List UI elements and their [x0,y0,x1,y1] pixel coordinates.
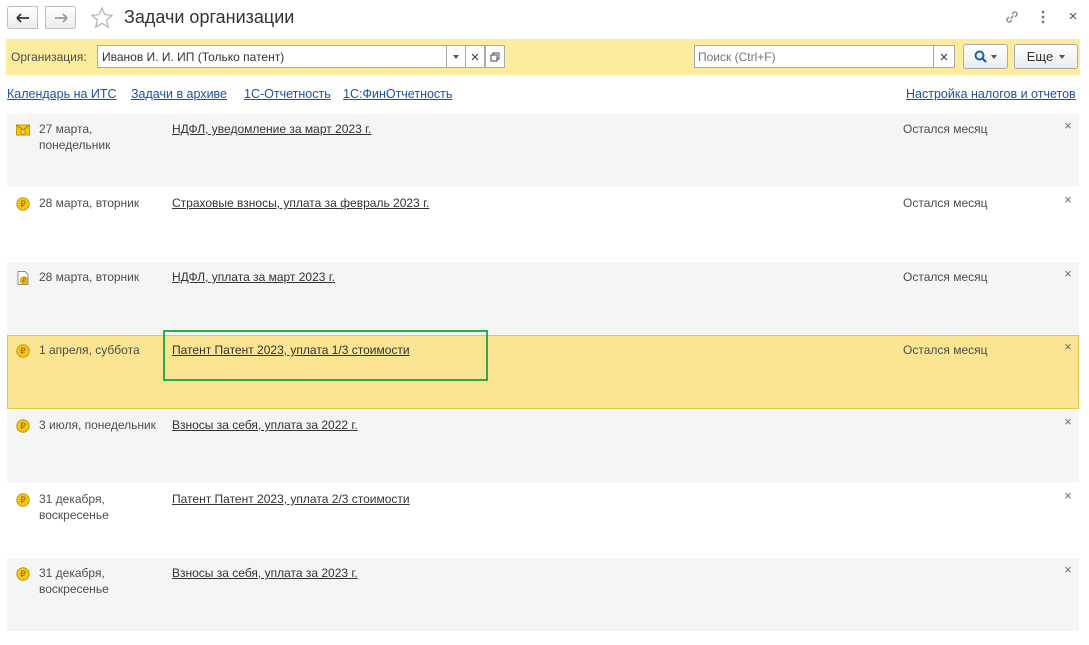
forward-button[interactable] [45,6,76,29]
task-title-link[interactable]: Патент Патент 2023, уплата 2/3 стоимости [172,491,410,507]
svg-text:₽: ₽ [20,422,26,432]
archive-tasks-link[interactable]: Задачи в архиве [131,87,227,101]
task-row[interactable]: ₽ 28 марта, вторник НДФЛ, уплата за март… [7,261,1079,335]
search-input[interactable] [694,45,934,68]
task-row[interactable]: ₽ 31 декабря, воскресенье Взносы за себя… [7,557,1079,631]
task-status: Остался месяц [903,343,988,357]
arrow-right-icon [54,12,68,23]
fin-reporting-link[interactable]: 1С:ФинОтчетность [343,87,452,101]
link-icon[interactable] [1003,8,1021,26]
task-close-button[interactable]: × [1062,119,1074,132]
svg-text:₽: ₽ [22,278,26,285]
task-date: 1 апреля, суббота [39,343,140,357]
svg-text:₽: ₽ [20,347,26,357]
organization-field[interactable]: Иванов И. И. ИП (Только патент) [97,45,447,68]
coin-icon: ₽ [16,567,30,581]
coin-icon: ₽ [16,197,30,211]
task-date: 27 марта, понедельник [39,122,111,152]
task-date: 28 марта, вторник [39,196,140,210]
task-row[interactable]: ₽ 28 марта, вторник Страховые взносы, уп… [7,187,1079,261]
clear-icon [471,53,479,60]
chevron-down-icon [991,54,997,59]
task-status: Остался месяц [903,196,988,210]
task-title-link[interactable]: Взносы за себя, уплата за 2022 г. [172,417,358,433]
more-label: Еще [1026,49,1054,64]
document-coin-icon: ₽ [17,271,29,285]
task-close-button[interactable]: × [1062,267,1074,280]
task-row[interactable]: ₽ 3 июля, понедельник Взносы за себя, уп… [7,409,1079,483]
task-close-button[interactable]: × [1062,489,1074,502]
clear-icon [940,53,948,60]
organization-label: Организация: [11,50,87,64]
organization-dropdown-button[interactable] [446,45,466,68]
task-date: 28 марта, вторник [39,270,140,284]
more-vertical-icon[interactable] [1035,8,1051,26]
task-row[interactable]: 27 марта, понедельник НДФЛ, уведомление … [7,113,1079,187]
favorite-star-icon[interactable] [90,6,114,30]
calendar-its-link[interactable]: Календарь на ИТС [7,87,117,101]
task-title-link[interactable]: НДФЛ, уведомление за март 2023 г. [172,121,371,137]
task-title-link[interactable]: Страховые взносы, уплата за февраль 2023… [172,195,429,211]
highlight-annotation-frame [163,330,488,381]
coin-icon: ₽ [16,344,30,358]
coin-icon: ₽ [16,419,30,433]
svg-text:₽: ₽ [20,496,26,506]
task-title-link[interactable]: Взносы за себя, уплата за 2023 г. [172,565,358,581]
organization-open-button[interactable] [485,45,505,68]
open-window-icon [490,52,500,61]
task-close-button[interactable]: × [1062,340,1074,353]
envelope-coin-icon [16,124,30,136]
task-date: 3 июля, понедельник [39,418,156,432]
task-date: 31 декабря, воскресенье [39,492,109,522]
task-close-button[interactable]: × [1062,415,1074,428]
page-title: Задачи организации [124,7,295,27]
task-status: Остался месяц [903,122,988,136]
task-close-button[interactable]: × [1062,193,1074,206]
tax-settings-link[interactable]: Настройка налогов и отчетов [906,87,1076,101]
chevron-down-icon [1059,54,1066,59]
links-row: Календарь на ИТС Задачи в архиве 1С-Отче… [0,87,1089,103]
svg-text:₽: ₽ [20,200,26,210]
task-close-button[interactable]: × [1062,563,1074,576]
search-button[interactable] [963,44,1008,69]
coin-icon: ₽ [16,493,30,507]
svg-text:₽: ₽ [20,570,26,580]
task-date: 31 декабря, воскресенье [39,566,109,596]
chevron-down-icon [453,54,459,59]
task-status: Остался месяц [903,270,988,284]
search-clear-button[interactable] [933,45,955,68]
filter-bar: Организация: Иванов И. И. ИП (Только пат… [6,39,1080,75]
task-title-link[interactable]: НДФЛ, уплата за март 2023 г. [172,269,335,285]
more-actions-button[interactable]: Еще [1014,44,1078,69]
magnifier-icon [974,50,987,63]
organization-clear-button[interactable] [465,45,485,68]
reporting-link[interactable]: 1С-Отчетность [244,87,331,101]
arrow-left-icon [15,12,29,23]
title-bar: Задачи организации × [0,0,1089,36]
task-row[interactable]: ₽ 31 декабря, воскресенье Патент Патент … [7,483,1079,557]
close-window-button[interactable]: × [1063,7,1083,27]
back-button[interactable] [7,6,38,29]
